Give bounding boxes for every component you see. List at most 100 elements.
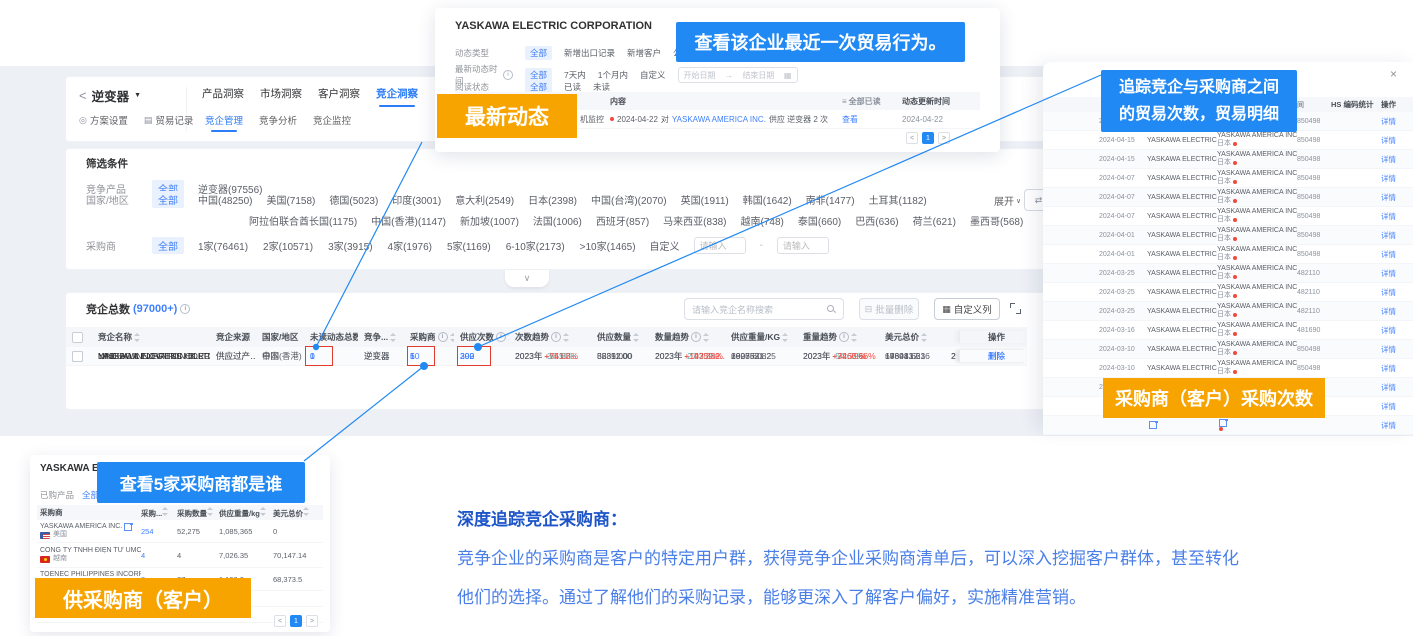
trade-row[interactable]: 2024-04-07 YASKAWA ELECTRIC CORP... YASK… [1043,188,1413,207]
buyer-name[interactable]: YASKAWA AMERICA INC. 美国 [37,523,141,539]
prev-page-button[interactable]: < [274,615,286,627]
sort-icon[interactable] [921,333,928,342]
sort-icon[interactable] [134,333,141,342]
buyer-name[interactable]: CÔNG TY TNHH ĐIỆN TỬ UMC VIỆT NAM 越南 [37,547,141,563]
trade-competitor[interactable]: YASKAWA ELECTRIC CORP... [1147,136,1217,144]
detail-link[interactable]: 详情 [1381,344,1413,355]
detail-link[interactable]: 详情 [1381,135,1413,146]
detail-link[interactable]: 详情 [1381,192,1413,203]
mark-all-read-link[interactable]: ≡ 全部已读 [842,96,902,107]
col-count-trend[interactable]: 次数趋势 [509,331,591,343]
info-icon[interactable] [839,332,849,342]
info-icon[interactable] [438,332,448,342]
trade-row[interactable]: 2024-03-10 YASKAWA ELECTRIC CORP... YASK… [1043,359,1413,378]
col-weight[interactable]: 供应重量/kg [219,507,273,519]
trade-buyer[interactable]: YASKAWA AMERICA INC. 日本 [1217,246,1297,262]
trade-buyer[interactable] [1217,419,1297,431]
sort-icon[interactable] [207,507,214,516]
filter-option[interactable]: 1家(76461) [198,238,248,253]
trade-buyer[interactable]: YASKAWA AMERICA INC. 日本 [1217,284,1297,300]
trade-row[interactable]: 2024-04-15 YASKAWA ELECTRIC CORP... YASK… [1043,131,1413,150]
trade-buyer[interactable]: YASKAWA AMERICA INC. 日本 [1217,341,1297,357]
row-checkbox[interactable] [72,351,83,362]
filter-option[interactable]: 荷兰(621) [913,213,956,228]
company-profile-icon[interactable] [1219,419,1227,427]
trade-competitor[interactable]: YASKAWA ELECTRIC CORP... [1147,193,1217,201]
col-name[interactable]: 竞企名称 [92,331,210,343]
trade-competitor[interactable] [1147,421,1217,429]
filter-option[interactable]: 4家(1976) [388,238,432,253]
filter-option[interactable]: 印度(3001) [392,192,441,207]
detail-link[interactable]: 详情 [1381,382,1413,393]
competitor-row[interactable]: NINGBO INNOVATION ELECTRONI 供应过产… 中国 0 逆… [66,347,1027,366]
expand-toggle[interactable]: 展开 ∨ [994,193,1021,208]
page-1-button[interactable]: 1 [290,615,302,627]
topbar-action-button[interactable]: ▤ 贸易记录 [144,113,194,127]
filter-all-pill[interactable]: 全部 [525,46,552,60]
trade-buyer[interactable]: YASKAWA AMERICA INC. 日本 [1217,265,1297,281]
filter-option[interactable]: 中国(香港)(1147) [371,213,446,228]
purchase-times[interactable]: 254 [141,527,154,536]
filter-option[interactable]: 巴西(636) [855,213,898,228]
sort-icon[interactable] [162,507,169,516]
company-link[interactable]: YASKAWA AMERICA INC. [672,115,766,124]
col-weight[interactable]: 供应重量/KG [725,331,797,343]
filter-collapse-handle[interactable]: ∨ [505,270,549,287]
trade-buyer[interactable]: YASKAWA AMERICA INC. 日本 [1217,322,1297,338]
trade-buyer[interactable]: YASKAWA AMERICA INC. 日本 [1217,227,1297,243]
filter-option[interactable]: 自定义 [640,69,666,81]
trade-competitor[interactable]: YASKAWA ELECTRIC CORP... [1147,364,1217,372]
col-qty-trend[interactable]: 数量趋势 [649,331,725,343]
detail-link[interactable]: 详情 [1381,230,1413,241]
trade-row[interactable]: 2024-03-25 YASKAWA ELECTRIC CORP... YASK… [1043,283,1413,302]
close-icon[interactable]: × [1390,68,1397,80]
detail-link[interactable]: 详情 [1381,249,1413,260]
range-max-input[interactable]: 请输入 [777,237,829,254]
view-link[interactable]: 查看 [842,114,858,125]
trade-buyer[interactable]: YASKAWA AMERICA INC. 日本 [1217,170,1297,186]
detail-link[interactable]: 详情 [1381,154,1413,165]
col-times[interactable]: 采购... [141,507,177,519]
info-icon[interactable] [503,70,513,80]
date-range-input[interactable]: 开始日期 → 结束日期 ▦ [678,67,798,83]
chevron-down-icon[interactable]: ▼ [134,92,141,99]
sub-tab[interactable]: 竞争分析 [255,110,301,130]
company-profile-icon[interactable] [1149,421,1157,429]
page-1-button[interactable]: 1 [922,132,934,144]
trade-competitor[interactable]: YASKAWA ELECTRIC CORP... [1147,326,1217,334]
filter-option[interactable]: 3家(3915) [328,238,372,253]
filter-option[interactable]: 马来西亚(838) [663,213,726,228]
trade-competitor[interactable]: YASKAWA ELECTRIC CORP... [1147,345,1217,353]
filter-option[interactable]: 阿拉伯联合酋长国(1175) [249,213,357,228]
search-icon[interactable] [827,305,836,314]
trade-buyer[interactable]: YASKAWA AMERICA INC. 日本 [1217,360,1297,376]
range-min-input[interactable]: 请输入 [694,237,746,254]
filter-option[interactable]: 法国(1006) [533,213,582,228]
sort-icon[interactable] [563,333,570,342]
filter-option[interactable]: 5家(1169) [447,238,491,253]
trade-buyer[interactable]: YASKAWA AMERICA INC. 日本 [1217,151,1297,167]
filter-option[interactable]: 韩国(1642) [743,192,792,207]
trade-row[interactable]: 2024-04-07 YASKAWA ELECTRIC CORP... YASK… [1043,169,1413,188]
company-profile-icon[interactable] [124,523,132,531]
trade-row[interactable]: 2024-03-16 YASKAWA ELECTRIC CORP... YASK… [1043,321,1413,340]
col-supply[interactable]: 供应次数 [454,331,509,343]
trade-competitor[interactable]: YASKAWA ELECTRIC CORP... [1147,212,1217,220]
filter-option[interactable]: 中国(台湾)(2070) [591,192,667,207]
filter-option[interactable]: 新增出口记录 [564,47,615,59]
trade-buyer[interactable]: YASKAWA AMERICA INC. 日本 [1217,303,1297,319]
custom-columns-button[interactable]: ▦ 自定义列 [934,298,1000,320]
info-icon[interactable] [180,304,190,314]
trade-row[interactable]: 2024-04-01 YASKAWA ELECTRIC CORP... YASK… [1043,245,1413,264]
detail-link[interactable]: 详情 [1381,211,1413,222]
filter-option[interactable]: >10家(1465) [580,238,636,253]
trade-competitor[interactable]: YASKAWA ELECTRIC CORP... [1147,288,1217,296]
sub-tab[interactable]: 竞企管理 [201,110,247,130]
filter-option[interactable]: 土耳其(1182) [869,192,927,207]
sort-icon[interactable] [450,333,454,342]
purchase-times[interactable]: 4 [141,551,145,560]
batch-delete-button[interactable]: ⊟ 批量删除 [859,298,919,320]
filter-all-pill[interactable]: 全部 [152,191,184,208]
detail-link[interactable]: 详情 [1381,268,1413,279]
fullscreen-icon[interactable] [1010,303,1021,314]
